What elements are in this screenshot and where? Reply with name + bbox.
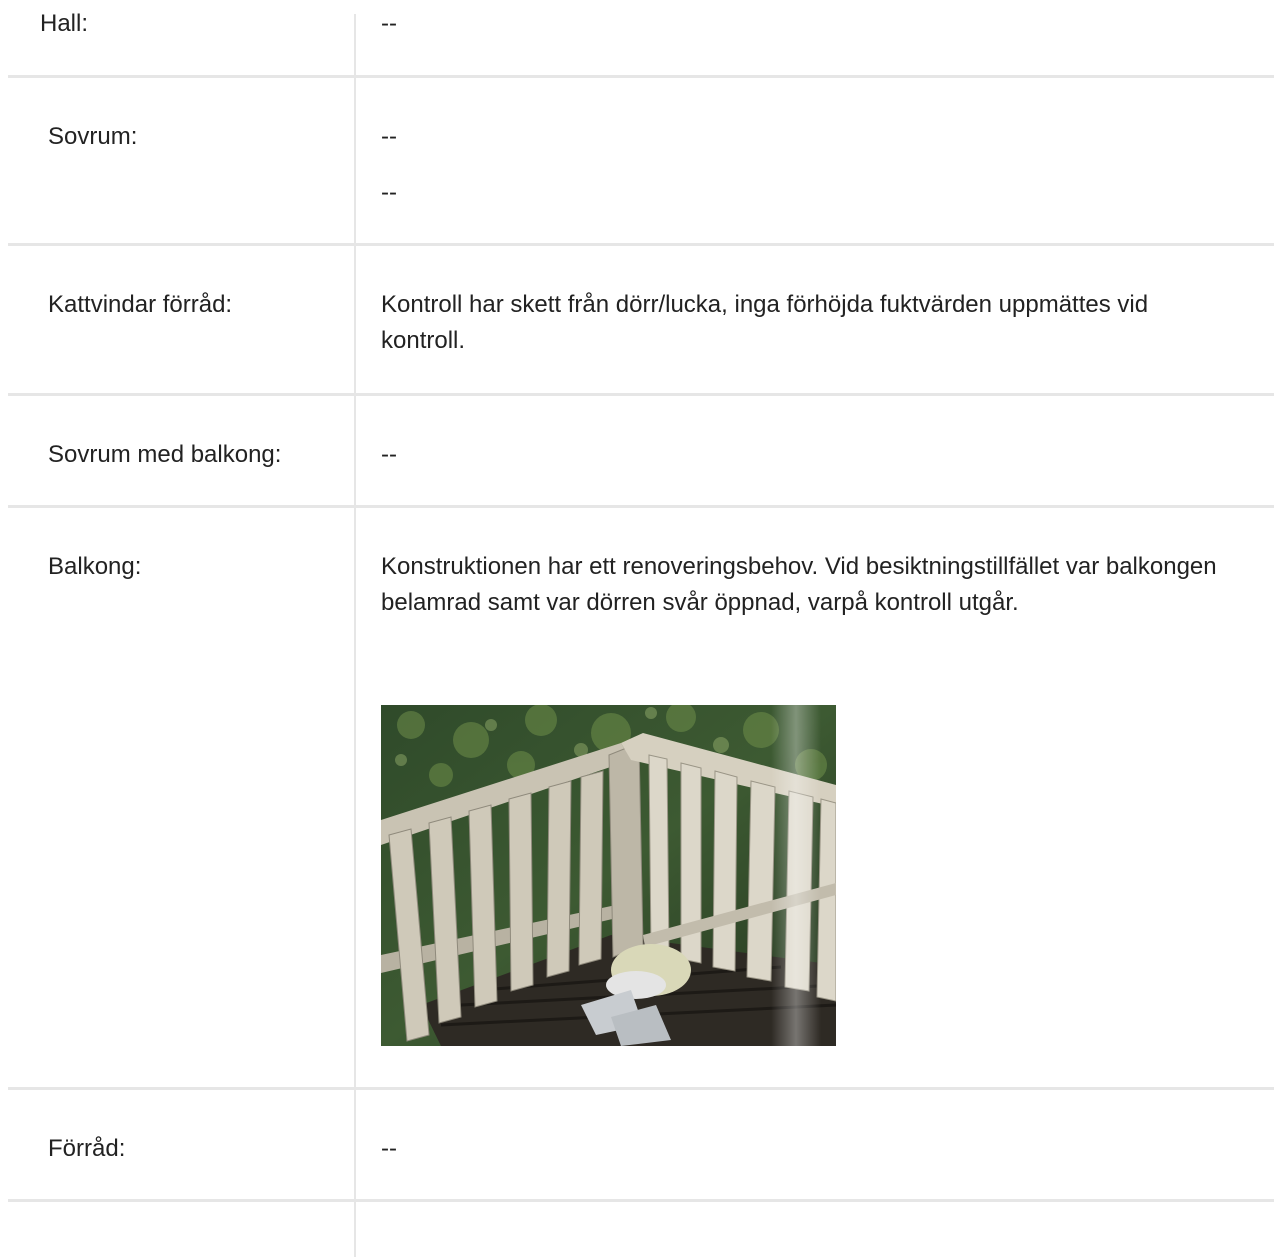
row-label-balkong: Balkong: xyxy=(48,553,142,580)
row-divider xyxy=(8,1087,1274,1090)
row-divider xyxy=(8,243,1274,246)
row-label-forrad: Förråd: xyxy=(48,1135,126,1162)
row-value-sovrum-2: -- xyxy=(381,179,397,206)
row-label-sovrum-med-balkong: Sovrum med balkong: xyxy=(48,441,282,468)
row-label-kattvindar: Kattvindar förråd: xyxy=(48,291,233,318)
row-divider xyxy=(8,75,1274,78)
row-value-hall: -- xyxy=(381,10,397,37)
row-label-hall: Hall: xyxy=(40,10,89,37)
row-value-kattvindar: Kontroll har skett från dörr/lucka, inga… xyxy=(381,291,1149,354)
row-value-forrad: -- xyxy=(381,1135,397,1162)
row-divider xyxy=(8,505,1274,508)
row-divider xyxy=(8,1199,1274,1202)
row-value-sovrum-med-balkong: -- xyxy=(381,441,397,468)
row-value-balkong: Konstruktionen har ett renoveringsbehov.… xyxy=(381,553,1217,616)
balcony-photo xyxy=(381,705,836,1046)
row-value-sovrum-1: -- xyxy=(381,123,397,150)
row-label-sovrum: Sovrum: xyxy=(48,123,138,150)
row-divider xyxy=(8,393,1274,396)
column-divider xyxy=(354,14,356,1257)
